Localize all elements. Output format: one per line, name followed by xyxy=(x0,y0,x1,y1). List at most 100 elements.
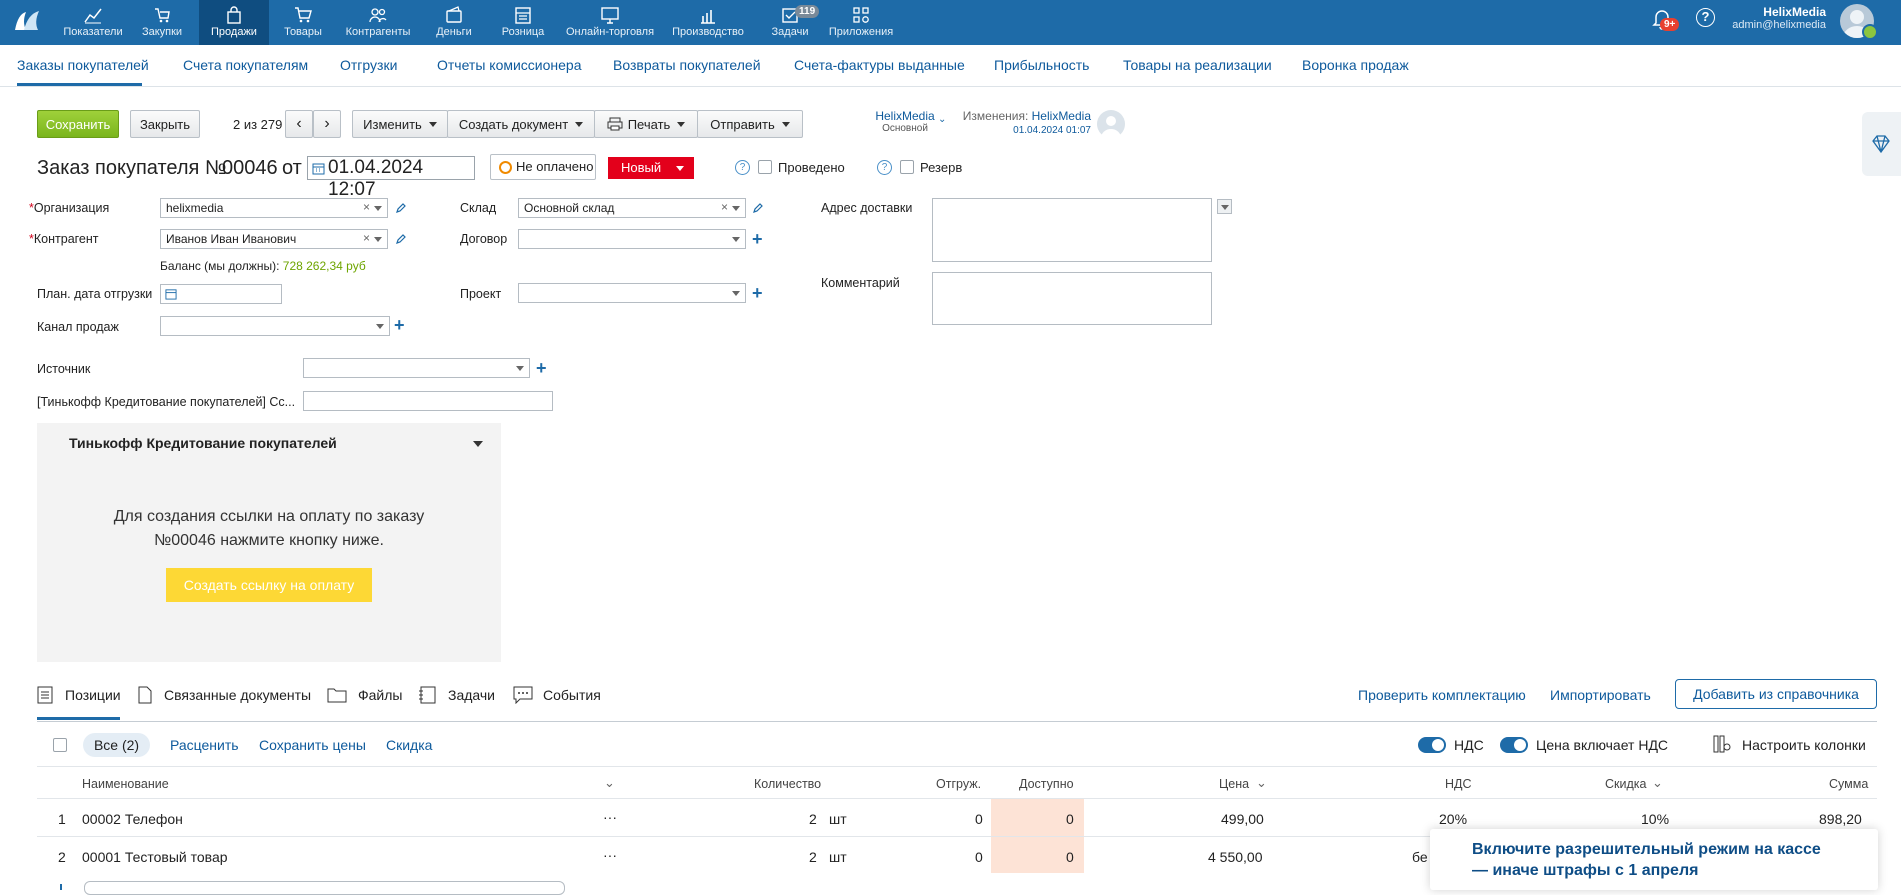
pencil-icon[interactable] xyxy=(395,202,407,214)
tab-sales-funnel[interactable]: Воронка продаж xyxy=(1302,57,1409,73)
add-icon[interactable]: + xyxy=(752,230,763,248)
project-field[interactable] xyxy=(518,283,746,303)
calendar-icon[interactable] xyxy=(312,162,325,175)
tab-profitability[interactable]: Прибыльность xyxy=(994,57,1089,73)
row-menu-icon[interactable]: ··· xyxy=(603,809,617,825)
col-price[interactable]: Цена xyxy=(1219,777,1249,791)
item-vat[interactable]: бе xyxy=(1412,849,1428,865)
item-price[interactable]: 499,00 xyxy=(1221,811,1264,827)
col-shipped[interactable]: Отгруж. xyxy=(936,777,981,791)
org-field[interactable]: helixmedia × xyxy=(160,198,388,218)
address-field[interactable] xyxy=(932,198,1212,262)
source-field[interactable] xyxy=(303,358,530,378)
nav-online[interactable]: Онлайн-торговля xyxy=(562,0,658,45)
order-number[interactable]: 00046 xyxy=(222,157,278,180)
logo-icon[interactable] xyxy=(12,8,42,37)
pencil-icon[interactable] xyxy=(395,233,407,245)
add-icon[interactable]: + xyxy=(536,359,547,377)
tab-consignment[interactable]: Товары на реализации xyxy=(1123,57,1272,73)
tab-customer-orders[interactable]: Заказы покупателей xyxy=(17,57,149,73)
ship-date-field[interactable] xyxy=(160,284,282,304)
address-expand-button[interactable] xyxy=(1217,199,1232,214)
create-document-button[interactable]: Создать документ xyxy=(447,110,595,138)
nav-counterparties[interactable]: Контрагенты xyxy=(340,0,416,45)
close-button[interactable]: Закрыть xyxy=(130,110,200,138)
vat-toggle[interactable] xyxy=(1418,737,1446,753)
channel-field[interactable] xyxy=(160,316,390,336)
user-info[interactable]: HelixMedia admin@helixmedia xyxy=(1722,5,1826,31)
item-qty[interactable]: 2 xyxy=(809,849,817,865)
nav-goods[interactable]: Товары xyxy=(278,0,328,45)
tab-commission-reports[interactable]: Отчеты комиссионера xyxy=(437,57,582,73)
add-icon[interactable]: + xyxy=(394,316,405,334)
item-name-link[interactable]: 00001 Тестовый товар xyxy=(82,849,228,865)
row-menu-icon[interactable]: ··· xyxy=(603,847,617,863)
item-price[interactable]: 4 550,00 xyxy=(1208,849,1263,865)
nav-indicators[interactable]: Показатели xyxy=(60,0,126,45)
prev-button[interactable]: ‹ xyxy=(285,110,313,138)
edit-menu-button[interactable]: Изменить xyxy=(352,110,448,138)
counterparty-field[interactable]: Иванов Иван Иванович × xyxy=(160,229,388,249)
nav-sales[interactable]: Продажи xyxy=(199,0,269,45)
nav-production[interactable]: Производство xyxy=(668,0,748,45)
item-discount[interactable]: 10% xyxy=(1641,811,1669,827)
help-icon[interactable]: ? xyxy=(1696,8,1715,27)
add-icon[interactable]: + xyxy=(752,284,763,302)
chevron-down-icon[interactable]: ⌄ xyxy=(938,114,946,125)
item-name-link[interactable]: 00002 Телефон xyxy=(82,811,183,827)
order-date-field[interactable]: 01.04.2024 12:07 xyxy=(307,156,475,200)
payment-status-button[interactable]: Не оплачено xyxy=(490,154,596,180)
contract-field[interactable] xyxy=(518,229,746,249)
calendar-icon[interactable] xyxy=(165,288,177,300)
send-button[interactable]: Отправить xyxy=(697,110,803,138)
owner-selector[interactable]: HelixMedia Основной xyxy=(870,109,940,134)
col-sum[interactable]: Сумма xyxy=(1829,777,1868,791)
item-vat[interactable]: 20% xyxy=(1439,811,1467,827)
comment-field[interactable] xyxy=(932,272,1212,325)
side-panel-tab[interactable] xyxy=(1862,112,1901,176)
col-available[interactable]: Доступно xyxy=(1019,777,1074,791)
promo-banner[interactable]: Включите разрешительный режим на кассе —… xyxy=(1430,829,1878,890)
save-prices-link[interactable]: Сохранить цены xyxy=(259,737,366,753)
item-qty[interactable]: 2 xyxy=(809,811,817,827)
posted-checkbox[interactable] xyxy=(758,160,772,174)
nav-purchases[interactable]: Закупки xyxy=(136,0,188,45)
import-link[interactable]: Импортировать xyxy=(1550,687,1651,703)
col-vat[interactable]: НДС xyxy=(1445,777,1472,791)
reserve-checkbox[interactable] xyxy=(900,160,914,174)
print-button[interactable]: Печать xyxy=(594,110,698,138)
help-icon[interactable]: ? xyxy=(735,160,750,175)
changes-user[interactable]: HelixMedia xyxy=(1032,109,1091,123)
col-discount[interactable]: Скидка xyxy=(1605,777,1646,791)
filter-all[interactable]: Все (2) xyxy=(83,733,150,757)
pencil-icon[interactable] xyxy=(752,202,764,214)
next-button[interactable]: › xyxy=(313,110,341,138)
collapse-icon[interactable] xyxy=(473,441,483,447)
nav-money[interactable]: Деньги xyxy=(428,0,480,45)
check-completeness-link[interactable]: Проверить комплектацию xyxy=(1358,687,1526,703)
columns-settings-icon[interactable] xyxy=(1712,734,1732,754)
create-payment-link-button[interactable]: Создать ссылку на оплату xyxy=(166,568,372,602)
price-incl-vat-toggle[interactable] xyxy=(1500,737,1528,753)
help-icon[interactable]: ? xyxy=(877,160,892,175)
nav-retail[interactable]: Розница xyxy=(494,0,552,45)
chevron-down-icon[interactable]: ⌄ xyxy=(1256,775,1267,791)
chevron-down-icon[interactable]: ⌄ xyxy=(604,775,615,791)
tab-invoices[interactable]: Счета покупателям xyxy=(183,57,308,73)
col-name[interactable]: Наименование xyxy=(82,777,169,791)
tinkoff-link-field[interactable] xyxy=(303,391,553,411)
col-qty[interactable]: Количество xyxy=(754,777,821,791)
reprice-link[interactable]: Расценить xyxy=(170,737,239,753)
add-from-catalog-button[interactable]: Добавить из справочника xyxy=(1675,679,1877,709)
tab-shipments[interactable]: Отгрузки xyxy=(340,57,397,73)
select-all-checkbox[interactable] xyxy=(53,738,67,752)
state-button[interactable]: Новый xyxy=(608,157,694,179)
tab-returns[interactable]: Возвраты покупателей xyxy=(613,57,761,73)
nav-apps[interactable]: Приложения xyxy=(824,0,898,45)
add-item-input[interactable] xyxy=(84,881,565,895)
chevron-down-icon[interactable]: ⌄ xyxy=(1652,775,1663,791)
discount-link[interactable]: Скидка xyxy=(386,737,432,753)
warehouse-field[interactable]: Основной склад × xyxy=(518,198,746,218)
tab-tax-invoices[interactable]: Счета-фактуры выданные xyxy=(794,57,965,73)
columns-settings-label[interactable]: Настроить колонки xyxy=(1742,737,1866,753)
